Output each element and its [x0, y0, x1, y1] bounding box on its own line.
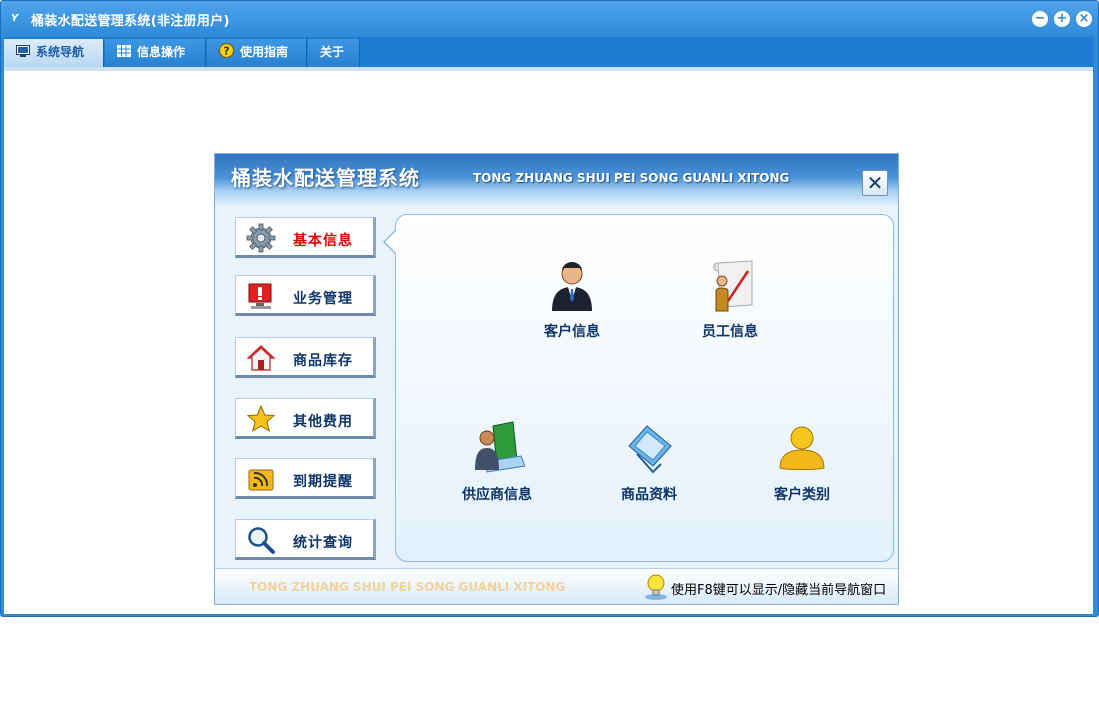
- help-icon: ?: [219, 43, 234, 58]
- minimize-button[interactable]: −: [1032, 11, 1048, 27]
- navigation-footer: TONG ZHUANG SHUI PEI SONG GUANLI XITONG …: [215, 568, 898, 604]
- tab-label: 关于: [320, 45, 345, 59]
- menu-label: 其他费用: [293, 414, 353, 430]
- function-supplier-info[interactable]: 供应商信息: [442, 420, 552, 510]
- function-label: 客户信息: [544, 324, 600, 340]
- tab-label: 信息操作: [137, 45, 186, 59]
- menu-label: 统计查询: [293, 535, 353, 551]
- function-customer-info[interactable]: 客户信息: [517, 257, 627, 347]
- menu-product-inventory[interactable]: 商品库存: [235, 337, 376, 378]
- rss-icon: [248, 469, 274, 491]
- menu-basic-info[interactable]: 基本信息: [235, 217, 376, 258]
- app-logo-icon: Y: [11, 13, 19, 24]
- tab-system-navigation[interactable]: 系统导航: [4, 39, 104, 67]
- tab-label: 使用指南: [240, 45, 289, 59]
- function-label: 供应商信息: [462, 487, 532, 503]
- close-button[interactable]: ×: [1076, 11, 1092, 27]
- menu-label: 到期提醒: [293, 474, 353, 490]
- menu-business-management[interactable]: 业务管理: [235, 275, 376, 316]
- gear-icon: [246, 223, 276, 253]
- menu-label: 基本信息: [293, 233, 353, 249]
- employee-scroll-icon: [713, 260, 753, 312]
- navigation-header: 桶装水配送管理系统 TONG ZHUANG SHUI PEI SONG GUAN…: [215, 154, 898, 207]
- function-label: 客户类别: [774, 487, 830, 503]
- magnifier-icon: [248, 527, 275, 554]
- navigation-close-button[interactable]: ✕: [862, 170, 888, 196]
- menu-statistics-query[interactable]: 统计查询: [235, 519, 376, 560]
- lightbulb-icon: [645, 574, 667, 600]
- product-cards-icon: [628, 425, 672, 474]
- tab-info-operation[interactable]: 信息操作: [105, 39, 206, 67]
- svg-text:?: ?: [223, 44, 229, 57]
- panel-pointer-inner: [385, 230, 397, 254]
- tab-about[interactable]: 关于: [308, 39, 360, 67]
- menu-other-expenses[interactable]: 其他费用: [235, 398, 376, 439]
- grid-icon: [117, 45, 131, 57]
- maximize-button[interactable]: +: [1054, 11, 1070, 27]
- function-employee-info[interactable]: 员工信息: [675, 257, 785, 347]
- menu-label: 业务管理: [293, 291, 353, 307]
- navigation-title: 桶装水配送管理系统: [231, 166, 420, 190]
- navigation-dialog: 桶装水配送管理系统 TONG ZHUANG SHUI PEI SONG GUAN…: [214, 153, 899, 605]
- function-label: 员工信息: [702, 324, 758, 340]
- menu-label: 商品库存: [293, 353, 353, 369]
- footer-tip-text: 使用F8键可以显示/隐藏当前导航窗口: [671, 583, 887, 598]
- alert-monitor-icon: [248, 283, 272, 309]
- supplier-book-icon: [475, 421, 525, 473]
- monitor-icon: [16, 45, 30, 57]
- function-product-data[interactable]: 商品资料: [594, 420, 704, 510]
- tab-bar: 系统导航 信息操作 ? 使用指南 关于: [4, 37, 1093, 67]
- star-icon: [246, 404, 276, 433]
- tab-user-guide[interactable]: ? 使用指南: [207, 39, 307, 67]
- window-title: 桶装水配送管理系统(非注册用户): [31, 14, 230, 29]
- user-category-icon: [779, 426, 825, 470]
- function-customer-category[interactable]: 客户类别: [747, 420, 857, 510]
- home-icon: [246, 345, 276, 371]
- businessman-icon: [552, 262, 592, 311]
- menu-expiry-reminder[interactable]: 到期提醒: [235, 458, 376, 499]
- function-label: 商品资料: [621, 487, 677, 503]
- title-bar: Y 桶装水配送管理系统(非注册用户) − + ×: [1, 1, 1098, 37]
- navigation-subtitle: TONG ZHUANG SHUI PEI SONG GUANLI XITONG: [473, 171, 790, 185]
- footer-english-title: TONG ZHUANG SHUI PEI SONG GUANLI XITONG: [249, 580, 566, 594]
- tab-label: 系统导航: [36, 45, 85, 59]
